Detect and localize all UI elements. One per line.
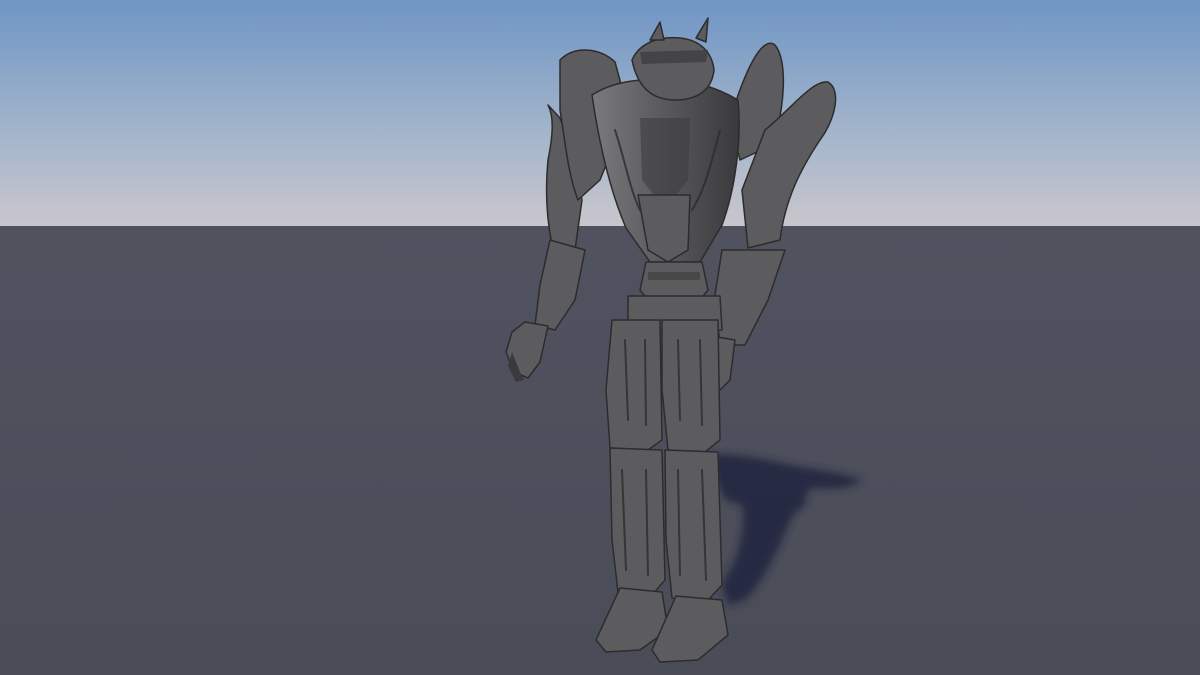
right-shin <box>664 449 723 601</box>
waist <box>639 261 709 301</box>
scene-svg <box>0 0 1200 675</box>
right-thigh <box>661 319 721 453</box>
left-thigh <box>605 319 663 451</box>
ground-plane <box>0 226 1200 675</box>
render-viewport <box>0 0 1200 675</box>
left-shin <box>609 447 666 596</box>
waist-ring <box>648 272 700 280</box>
